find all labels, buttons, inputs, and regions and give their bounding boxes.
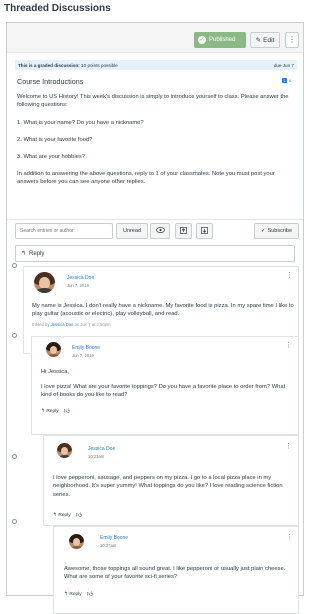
thread-dot <box>12 263 17 268</box>
entry-body: Awesome, those toppings all sound great.… <box>64 566 286 581</box>
due-date: due Jun 7 <box>273 62 294 68</box>
topic-title: Course Introductions <box>17 77 84 86</box>
avatar <box>57 443 72 458</box>
published-label: Published <box>209 37 236 43</box>
unread-count: 1 <box>282 78 288 83</box>
graded-banner: This is a graded discussion: 10 points p… <box>15 60 297 70</box>
edit-label: Edit <box>263 36 275 44</box>
eye-icon <box>155 227 165 235</box>
entry-actions: ↰ Reply 👍︎ <box>53 511 82 520</box>
reply-arrow-icon: ↰ <box>41 408 46 414</box>
topic-paragraph: In addition to answering the above quest… <box>17 171 275 186</box>
collapse-button[interactable] <box>175 223 192 239</box>
author-name[interactable]: Jessica Doe <box>67 275 94 281</box>
reply-link[interactable]: ↰ Reply <box>53 513 71 518</box>
entry-actions: ↰ Reply 👍︎ <box>64 590 93 599</box>
upload-icon <box>180 226 187 236</box>
view-button[interactable] <box>150 223 170 239</box>
author-name[interactable]: Emily Boone <box>72 345 100 351</box>
search-input[interactable] <box>15 223 113 239</box>
subscribe-button[interactable]: ✓ Subscribe <box>254 223 299 239</box>
entry-options-icon[interactable]: ⋮ <box>285 341 292 349</box>
avatar <box>69 534 84 549</box>
reply-count-badge: 1 6 <box>282 78 291 83</box>
discussion-entry: Emily Boone 10:27am ⋮ Awesome, those top… <box>53 526 299 614</box>
thread-dot <box>12 519 17 524</box>
more-options-button[interactable]: ⋮ <box>285 32 299 48</box>
checkmark-icon: ✓ <box>260 228 266 234</box>
thumbs-up-icon[interactable]: 👍︎ <box>87 590 93 598</box>
discussion-entry: Emily Boone Jun 7, 2019 ⋮ Hi Jessica, I … <box>31 336 299 435</box>
reply-arrow-icon: ↰ <box>21 251 27 257</box>
total-count: 6 <box>289 78 292 83</box>
reply-link[interactable]: ↰ Reply <box>41 409 59 414</box>
post-date: 10:23am <box>88 454 105 459</box>
discussion-panel: ✓ Published ✎ Edit ⋮ This is a graded di… <box>6 22 304 614</box>
edited-note: Edited by Jessica Doe on Jun 7 at 2:50pm <box>32 322 111 327</box>
check-circle-icon: ✓ <box>198 36 206 44</box>
reply-arrow-icon: ↰ <box>64 591 69 597</box>
published-button[interactable]: ✓ Published <box>194 32 246 48</box>
unread-label: Unread <box>122 228 142 234</box>
entry-actions: ↰ Reply 👍︎ <box>41 407 70 416</box>
author-name[interactable]: Emily Boone <box>100 535 128 541</box>
discussion-entry: Jessica Doe 10:23am ⋮ I love pepperoni, … <box>43 435 299 526</box>
kebab-icon: ⋮ <box>288 35 296 44</box>
entry-body: I love pepperoni, sausage, and peppers o… <box>53 475 283 498</box>
entry-options-icon[interactable]: ⋮ <box>286 533 293 541</box>
download-icon <box>201 226 208 236</box>
pencil-icon: ✎ <box>255 37 262 44</box>
entry-body: I love pizza! What are your favorite top… <box>41 384 286 399</box>
avatar <box>46 342 61 357</box>
topic-question: 3. What are your hobbies? <box>17 154 85 160</box>
reply-arrow-icon: ↰ <box>53 512 58 518</box>
edit-button[interactable]: ✎ Edit <box>250 32 280 48</box>
page-title: Threaded Discussions <box>4 3 111 14</box>
post-date: Jun 7, 2019 <box>67 283 89 288</box>
avatar <box>34 272 55 293</box>
topic-question: 2. What is your favorite food? <box>17 137 93 143</box>
reply-link[interactable]: ↰ Reply <box>64 592 82 597</box>
entry-body: Hi Jessica, <box>41 369 70 375</box>
entry-body: My name is Jessica. I don't really have … <box>32 303 294 318</box>
reply-label: Reply <box>29 250 45 257</box>
search-toolbar: Unread ✓ Subscribe <box>7 219 303 241</box>
thumbs-up-icon[interactable]: 👍︎ <box>64 407 70 415</box>
topic-paragraph: Welcome to US History! This week's discu… <box>17 94 289 109</box>
thread-dot <box>12 454 17 459</box>
thumbs-up-icon[interactable]: 👍︎ <box>76 511 82 519</box>
toolbar: ✓ Published ✎ Edit ⋮ <box>7 23 303 53</box>
topic-reply-button[interactable]: ↰ Reply <box>15 245 295 262</box>
topic-question: 1. What is your name? Do you have a nick… <box>17 120 144 126</box>
entry-options-icon[interactable]: ⋮ <box>285 442 292 450</box>
subscribe-label: Subscribe <box>267 228 293 234</box>
post-date: Jun 7, 2019 <box>72 353 94 358</box>
thread-dot <box>12 333 17 338</box>
entry-options-icon[interactable]: ⋮ <box>286 271 293 279</box>
graded-notice: This is a graded discussion: 10 points p… <box>18 62 118 68</box>
post-date: 10:27am <box>100 543 117 548</box>
expand-button[interactable] <box>196 223 213 239</box>
unread-filter-button[interactable]: Unread <box>116 223 148 239</box>
author-name[interactable]: Jessica Doe <box>88 446 115 452</box>
